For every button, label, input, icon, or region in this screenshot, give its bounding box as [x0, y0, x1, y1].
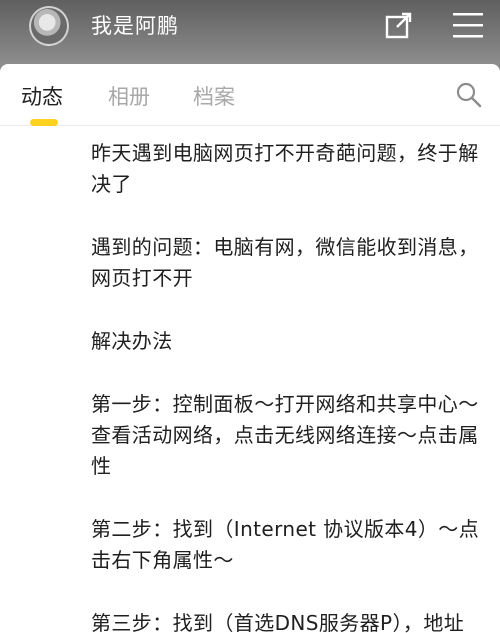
post-paragraph: 第二步：找到（Internet 协议版本4）～点击右下角属性～	[91, 517, 480, 572]
post-paragraph: 解决办法	[91, 329, 173, 353]
post-paragraph: 第一步：控制面板～打开网络和共享中心～查看活动网络，点击无线网络连接～点击属性	[91, 392, 479, 478]
active-tab-indicator	[30, 119, 58, 126]
search-icon[interactable]	[455, 81, 482, 108]
profile-header: 我是阿鹏	[0, 0, 500, 64]
profile-content-sheet: 动态 相册 档案 昨天遇到电脑网页打不开奇葩问题，终于解决了 遇到的问题：电脑有…	[0, 64, 500, 633]
tab-dynamic[interactable]: 动态	[21, 83, 63, 111]
profile-tabs: 动态 相册 档案	[0, 64, 500, 126]
avatar[interactable]	[29, 6, 69, 46]
profile-screen: 我是阿鹏 动态 相册 档案 昨天遇到电脑网页打不开奇葩问题，终于解决了 遇到的问…	[0, 0, 500, 633]
post-content: 昨天遇到电脑网页打不开奇葩问题，终于解决了 遇到的问题：电脑有网，微信能收到消息…	[91, 138, 481, 633]
post-paragraph: 第三步：找到（首选DNS服务器P），地址	[91, 611, 465, 633]
share-icon[interactable]	[383, 9, 415, 41]
menu-icon[interactable]	[453, 9, 483, 41]
tab-album[interactable]: 相册	[108, 83, 150, 111]
post-paragraph: 遇到的问题：电脑有网，微信能收到消息，网页打不开	[91, 235, 479, 290]
username: 我是阿鹏	[91, 14, 179, 38]
post-paragraph: 昨天遇到电脑网页打不开奇葩问题，终于解决了	[91, 141, 479, 196]
tab-archive[interactable]: 档案	[193, 83, 235, 111]
